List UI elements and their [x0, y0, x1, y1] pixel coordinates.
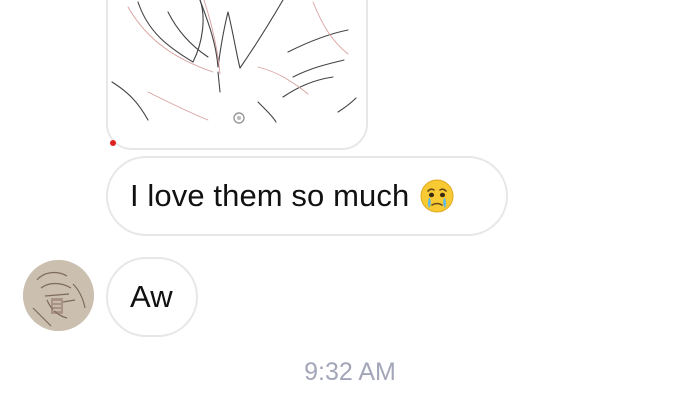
- image-message[interactable]: [106, 0, 368, 150]
- status-dot: [110, 140, 116, 146]
- crying-face-emoji: [419, 178, 455, 214]
- sketch-image: [111, 0, 357, 124]
- message-text: Aw: [130, 279, 173, 314]
- message-bubble-sent[interactable]: I love them so much: [106, 156, 508, 236]
- message-bubble-received[interactable]: Aw: [106, 257, 198, 337]
- message-timestamp: 9:32 AM: [304, 358, 396, 386]
- message-text: I love them so much: [130, 178, 410, 213]
- avatar[interactable]: [23, 260, 94, 331]
- chat-thread: I love them so much Aw 9:32 AM: [0, 0, 700, 394]
